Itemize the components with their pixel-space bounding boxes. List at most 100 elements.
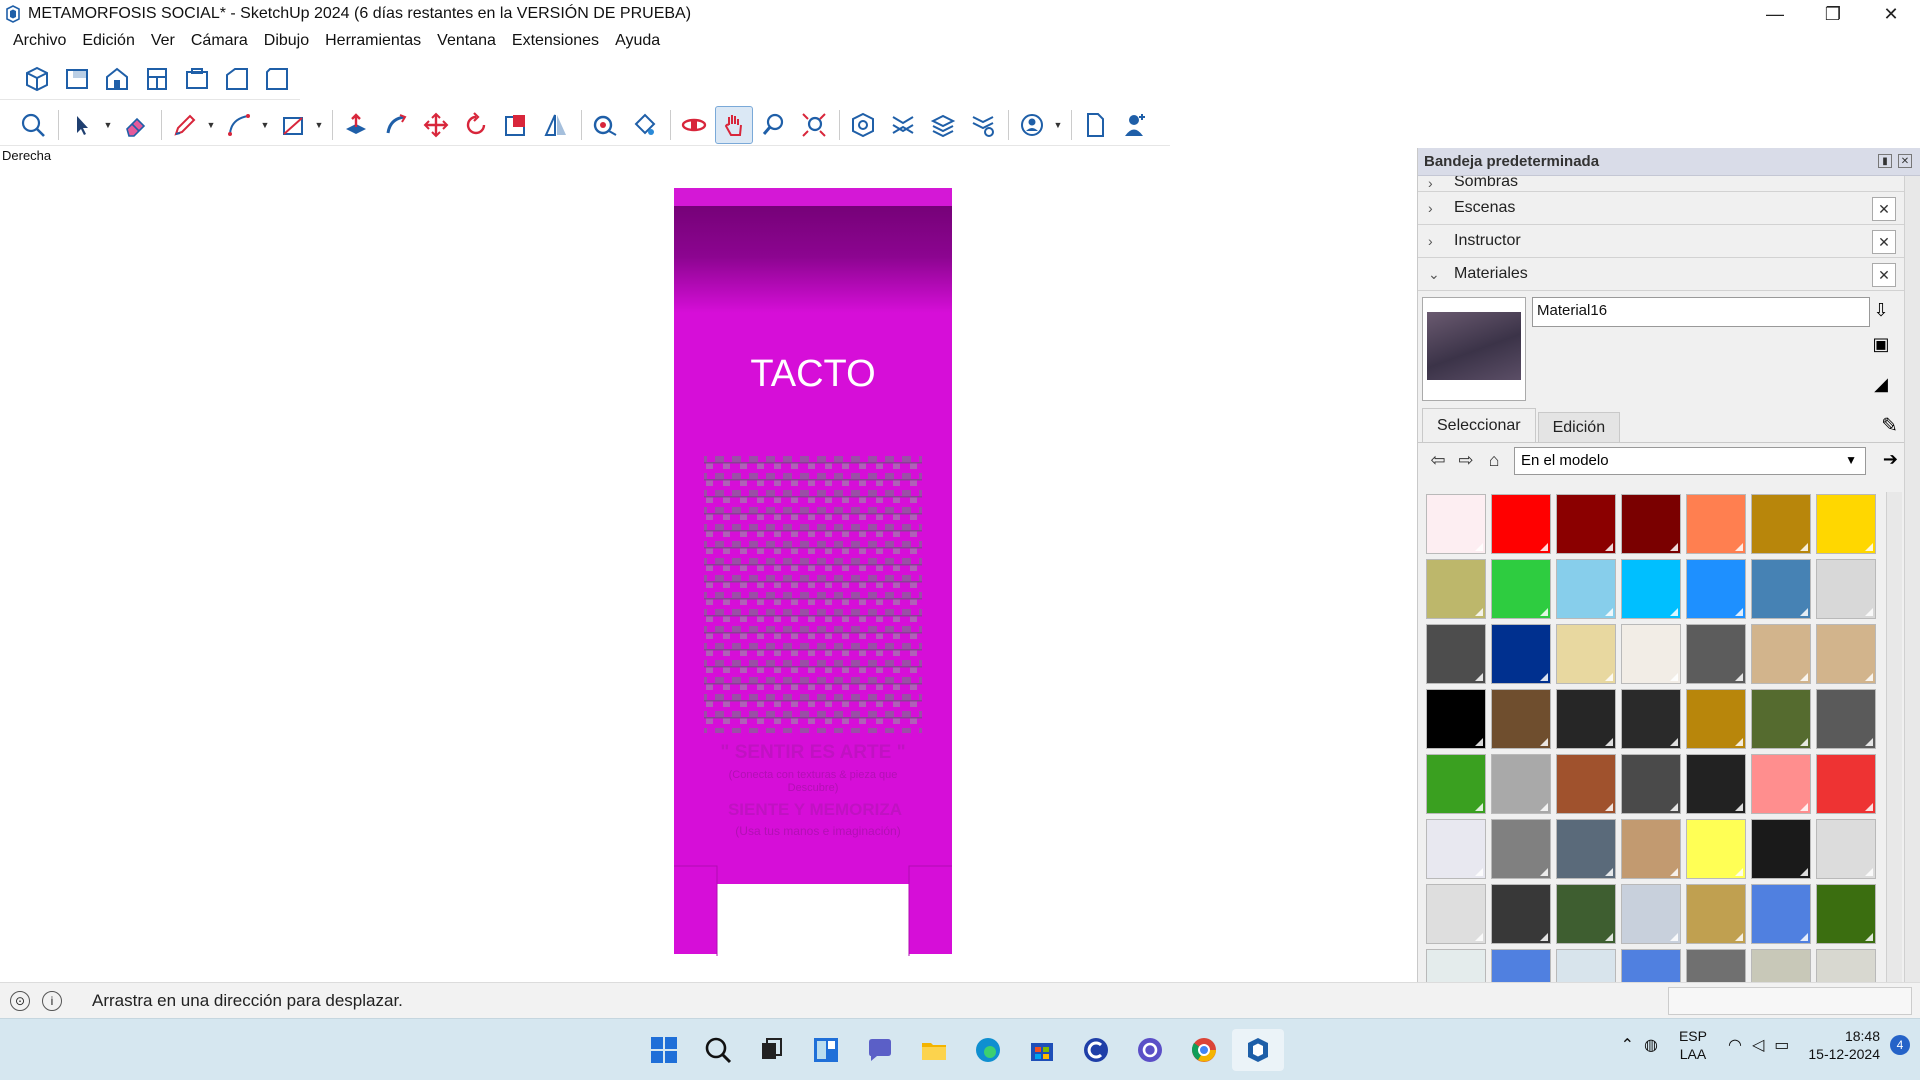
menu-herramientas[interactable]: Herramientas [325, 32, 421, 50]
tab-edicion[interactable]: Edición [1537, 412, 1621, 442]
close-section-button[interactable]: ✕ [1872, 197, 1896, 221]
material-swatch[interactable] [1751, 884, 1811, 944]
teams-chat-button[interactable] [854, 1029, 906, 1071]
material-swatch[interactable] [1556, 494, 1616, 554]
back-arrow-icon[interactable]: ⇦ [1424, 450, 1452, 471]
material-swatch[interactable] [1751, 819, 1811, 879]
material-swatch[interactable] [1751, 494, 1811, 554]
material-swatch[interactable] [1491, 819, 1551, 879]
extension-manager-button[interactable] [964, 106, 1002, 144]
move-tool-button[interactable] [417, 106, 455, 144]
paint-bucket-tool-button[interactable] [626, 106, 664, 144]
layers-button[interactable] [924, 106, 962, 144]
material-swatch[interactable] [1621, 559, 1681, 619]
material-swatch[interactable] [1686, 949, 1746, 982]
close-icon[interactable]: ✕ [1898, 154, 1912, 168]
language-indicator[interactable]: ESP LAA [1679, 1027, 1707, 1063]
back-view-button[interactable] [178, 60, 216, 98]
material-swatch[interactable] [1816, 754, 1876, 814]
drawing-viewport[interactable]: Derecha TACTO " SENTIR ES ARTE " (Conect… [0, 148, 1413, 982]
material-thumbnail[interactable] [1422, 297, 1526, 401]
material-swatch[interactable] [1556, 559, 1616, 619]
details-arrow-icon[interactable]: ➔ [1883, 449, 1898, 470]
account-button[interactable] [1013, 106, 1051, 144]
chrome-button[interactable] [1178, 1029, 1230, 1071]
search-button[interactable] [692, 1029, 744, 1071]
menu-extensiones[interactable]: Extensiones [512, 32, 599, 50]
sample-paint-icon[interactable]: ◢ [1868, 371, 1894, 397]
chevron-down-icon[interactable]: ▼ [1053, 106, 1063, 144]
sketchup-taskbar-button[interactable] [1232, 1029, 1284, 1071]
material-swatch[interactable] [1816, 624, 1876, 684]
close-button[interactable]: ✕ [1862, 0, 1920, 28]
material-swatch[interactable] [1426, 949, 1486, 982]
menu-ayuda[interactable]: Ayuda [615, 32, 660, 50]
material-swatch[interactable] [1816, 494, 1876, 554]
material-swatch[interactable] [1816, 884, 1876, 944]
material-swatch[interactable] [1751, 754, 1811, 814]
section-escenas[interactable]: › Escenas ✕ [1418, 192, 1920, 225]
restore-button[interactable]: ❐ [1804, 0, 1862, 28]
menu-archivo[interactable]: Archivo [13, 32, 66, 50]
app-button-1[interactable] [1070, 1029, 1122, 1071]
material-swatch[interactable] [1426, 624, 1486, 684]
create-material-icon[interactable]: ⇩ [1868, 297, 1894, 323]
material-swatch[interactable] [1621, 884, 1681, 944]
material-swatch[interactable] [1686, 884, 1746, 944]
menu-ver[interactable]: Ver [151, 32, 175, 50]
network-status-icon[interactable]: ◍ [1644, 1035, 1658, 1055]
swatch-scrollbar[interactable] [1886, 492, 1902, 982]
zoom-tool-button[interactable] [755, 106, 793, 144]
extension-warehouse-button[interactable] [884, 106, 922, 144]
material-swatch[interactable] [1621, 689, 1681, 749]
task-view-button[interactable] [746, 1029, 798, 1071]
collection-select[interactable]: En el modelo ▼ [1514, 447, 1866, 475]
tape-measure-tool-button[interactable] [586, 106, 624, 144]
wifi-icon[interactable]: ◠ [1728, 1035, 1742, 1055]
battery-icon[interactable]: ▭ [1774, 1035, 1789, 1055]
follow-me-tool-button[interactable] [377, 106, 415, 144]
material-swatch[interactable] [1621, 819, 1681, 879]
new-document-button[interactable] [1076, 106, 1114, 144]
pencil-tool-button[interactable] [166, 106, 204, 144]
material-swatch[interactable] [1816, 559, 1876, 619]
3d-warehouse-button[interactable] [844, 106, 882, 144]
info-icon[interactable]: i [42, 990, 62, 1011]
tab-seleccionar[interactable]: Seleccionar [1422, 408, 1536, 442]
volume-icon[interactable]: ◁ [1752, 1035, 1764, 1055]
material-swatch[interactable] [1686, 624, 1746, 684]
material-swatch[interactable] [1816, 949, 1876, 982]
material-swatch[interactable] [1426, 689, 1486, 749]
material-swatch[interactable] [1556, 949, 1616, 982]
material-swatch[interactable] [1686, 819, 1746, 879]
material-swatch[interactable] [1621, 494, 1681, 554]
material-swatch[interactable] [1491, 494, 1551, 554]
material-swatch[interactable] [1686, 559, 1746, 619]
material-swatch[interactable] [1556, 624, 1616, 684]
file-explorer-button[interactable] [908, 1029, 960, 1071]
widgets-button[interactable] [800, 1029, 852, 1071]
material-name-field[interactable]: Material16 [1532, 297, 1870, 327]
material-swatch[interactable] [1686, 754, 1746, 814]
material-swatch[interactable] [1426, 754, 1486, 814]
material-swatch[interactable] [1751, 624, 1811, 684]
clock[interactable]: 18:48 15-12-2024 [1808, 1027, 1880, 1063]
minimize-button[interactable]: — [1746, 0, 1804, 28]
push-pull-tool-button[interactable] [337, 106, 375, 144]
start-button[interactable] [638, 1029, 690, 1071]
material-swatch[interactable] [1621, 949, 1681, 982]
material-swatch[interactable] [1556, 754, 1616, 814]
store-button[interactable] [1016, 1029, 1068, 1071]
material-swatch[interactable] [1621, 624, 1681, 684]
zoom-extents-button[interactable] [795, 106, 833, 144]
material-swatch[interactable] [1751, 559, 1811, 619]
material-swatch[interactable] [1686, 689, 1746, 749]
chevron-down-icon[interactable]: ▼ [206, 106, 216, 144]
material-swatch[interactable] [1491, 624, 1551, 684]
material-swatch[interactable] [1426, 819, 1486, 879]
front-view-button[interactable] [98, 60, 136, 98]
orbit-tool-button[interactable] [675, 106, 713, 144]
material-swatch[interactable] [1556, 689, 1616, 749]
rotate-tool-button[interactable] [457, 106, 495, 144]
home-icon[interactable]: ⌂ [1480, 450, 1508, 471]
